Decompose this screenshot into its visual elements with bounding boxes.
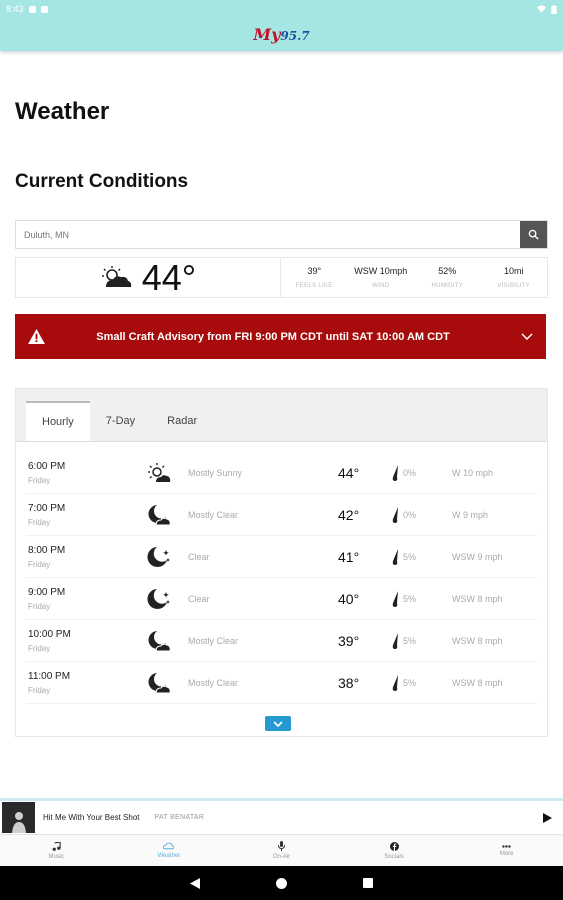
sd-card-icon <box>40 5 48 13</box>
hourly-row: 8:00 PM Friday Clear 41° 5% WSW 9 mph <box>26 536 537 578</box>
tab-7-day[interactable]: 7-Day <box>90 401 151 441</box>
forecast-tabs: Hourly 7-Day Radar <box>16 389 547 442</box>
warning-icon <box>28 329 45 344</box>
hourly-row: 11:00 PM Friday Mostly Clear 38° 5% WSW 8… <box>26 662 537 704</box>
tab-hourly[interactable]: Hourly <box>26 401 90 441</box>
album-art <box>2 802 35 833</box>
status-time: 8:43 <box>6 4 24 14</box>
status-bar: 8:43 <box>0 0 563 18</box>
raindrop-icon <box>392 464 398 481</box>
stat-visibility: 10mi VISIBILITY <box>497 266 531 289</box>
cloud-icon <box>163 842 175 850</box>
recents-icon[interactable] <box>363 878 373 888</box>
raindrop-icon <box>392 590 398 607</box>
current-conditions: 44° 39° FEELS LIKE WSW 10mph WIND 52% HUMID… <box>15 257 548 298</box>
artist-name: PAT BENATAR <box>154 814 205 821</box>
stat-wind: WSW 10mph WIND <box>354 266 408 289</box>
song-title: Hit Me With Your Best Shot <box>43 813 140 822</box>
raindrop-icon <box>392 548 398 565</box>
app-header: My95.7 <box>0 18 563 51</box>
hourly-list: 6:00 PM Friday Mostly Sunny 44° 0% W 10 m… <box>16 442 547 704</box>
chevron-down-icon[interactable] <box>521 332 533 341</box>
location-search <box>15 220 548 249</box>
notification-icon <box>28 5 36 13</box>
bottom-navigation: Music Weather On-Air Socials More <box>0 834 563 866</box>
raindrop-icon <box>392 674 398 691</box>
raindrop-icon <box>392 632 398 649</box>
page-title: Weather <box>15 98 110 125</box>
nav-on-air[interactable]: On-Air <box>225 835 338 866</box>
nav-socials[interactable]: Socials <box>338 835 451 866</box>
nav-more[interactable]: More <box>450 835 563 866</box>
stat-humidity: 52% HUMIDITY <box>431 266 463 289</box>
current-temperature: 44° <box>141 256 197 298</box>
hourly-row: 6:00 PM Friday Mostly Sunny 44° 0% W 10 m… <box>26 452 537 494</box>
moon-cloud-icon <box>148 630 171 651</box>
location-input[interactable] <box>16 221 520 248</box>
hourly-row: 7:00 PM Friday Mostly Clear 42° 0% W 9 mp… <box>26 494 537 536</box>
home-icon[interactable] <box>276 877 287 889</box>
stat-feels-like: 39° FEELS LIKE <box>295 266 333 289</box>
nav-music[interactable]: Music <box>0 835 113 866</box>
more-dots-icon <box>502 844 511 848</box>
hourly-row: 9:00 PM Friday Clear 40° 5% WSW 8 mph <box>26 578 537 620</box>
show-more-button[interactable] <box>265 716 291 731</box>
microphone-icon <box>277 841 285 851</box>
station-logo[interactable]: My95.7 <box>253 25 309 44</box>
moon-cloud-icon <box>148 672 171 693</box>
moon-stars-icon <box>147 546 170 567</box>
search-icon <box>528 229 539 240</box>
sun-cloud-icon <box>148 462 171 482</box>
alert-text: Small Craft Advisory from FRI 9:00 PM CD… <box>96 330 450 343</box>
raindrop-icon <box>392 506 398 523</box>
back-icon[interactable] <box>190 877 200 889</box>
nav-weather[interactable]: Weather <box>113 835 226 866</box>
play-icon[interactable] <box>543 812 552 823</box>
search-button[interactable] <box>520 221 547 248</box>
chevron-down-icon <box>273 720 283 727</box>
section-title: Current Conditions <box>15 171 189 192</box>
tab-radar[interactable]: Radar <box>151 401 213 441</box>
wifi-icon <box>537 5 546 13</box>
partly-cloudy-icon <box>101 265 131 287</box>
facebook-icon <box>389 841 399 851</box>
forecast-panel: Hourly 7-Day Radar 6:00 PM Friday Mostly … <box>15 388 548 737</box>
hourly-row: 10:00 PM Friday Mostly Clear 39° 5% WSW 8… <box>26 620 537 662</box>
music-note-icon <box>52 841 61 851</box>
moon-stars-icon <box>147 588 170 609</box>
now-playing-bar[interactable]: Hit Me With Your Best Shot PAT BENATAR <box>0 798 563 834</box>
battery-icon <box>551 4 557 14</box>
system-navigation-bar <box>0 866 563 900</box>
moon-cloud-icon <box>148 504 171 525</box>
weather-alert-banner[interactable]: Small Craft Advisory from FRI 9:00 PM CD… <box>15 314 546 359</box>
